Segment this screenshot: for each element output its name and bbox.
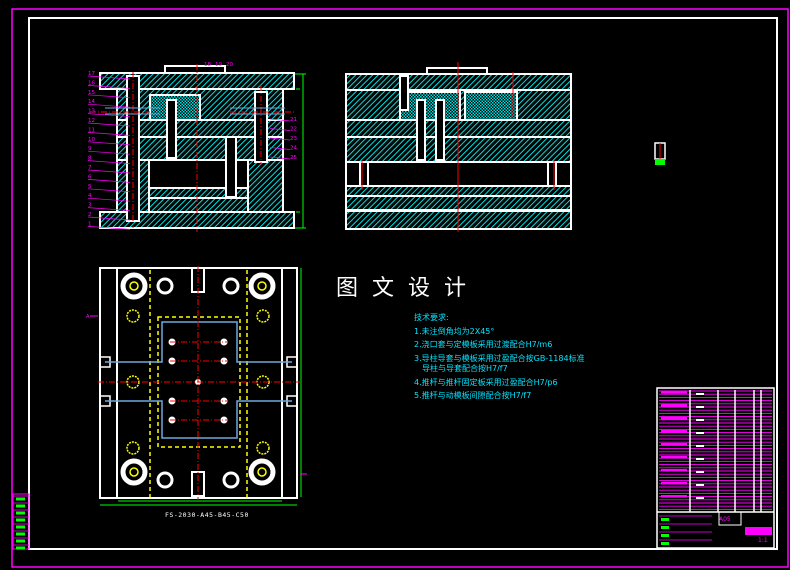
return-pin-hole xyxy=(222,471,240,489)
guide-pillar-core xyxy=(257,281,267,291)
guide-pillar-core xyxy=(129,281,139,291)
part-number-label: 23 xyxy=(290,136,297,142)
legend-cell xyxy=(16,511,25,515)
legend-cell xyxy=(16,539,25,543)
title-block-text xyxy=(696,419,704,421)
title-block-text xyxy=(661,469,687,472)
part-number-label: 21 xyxy=(290,117,297,123)
guide-pillar-core xyxy=(129,467,139,477)
title-block xyxy=(656,387,775,549)
guide-pillar-hole xyxy=(120,458,148,486)
guide-pillar-hole xyxy=(248,458,276,486)
title-block-text xyxy=(661,542,669,545)
title-block-name: A05 xyxy=(719,516,731,523)
return-pin-hole xyxy=(156,277,174,295)
part-number-label: 20 xyxy=(226,62,233,68)
return-pin-hole xyxy=(156,471,174,489)
part-number-label: 24 xyxy=(290,146,297,152)
part-number-label: 19 xyxy=(215,62,222,68)
part-number-label: 25 xyxy=(290,155,297,161)
title-block-text xyxy=(696,471,704,473)
model-code: FS-2030-A45-B45-C50 xyxy=(165,511,249,519)
part-number-label: 22 xyxy=(290,127,297,133)
title-block-text xyxy=(661,443,687,446)
tech-req-heading: 技术要求: xyxy=(414,313,449,322)
screw-hole xyxy=(126,309,140,323)
legend-cell xyxy=(16,518,25,522)
title-block-text xyxy=(661,404,687,407)
title-block-text xyxy=(661,456,687,459)
title-block-text xyxy=(661,534,669,537)
title-block-text xyxy=(696,393,704,395)
title-block-text xyxy=(661,526,669,529)
screw-hole xyxy=(126,441,140,455)
title-block-text xyxy=(696,458,704,460)
legend-cell xyxy=(16,497,25,501)
tech-req-item: 4.推杆与推杆固定板采用过盈配合H7/p6 xyxy=(414,377,558,387)
title-block-text xyxy=(661,430,687,433)
guide-pillar-hole xyxy=(120,272,148,300)
title-block-text xyxy=(661,391,687,394)
screw-hole xyxy=(256,441,270,455)
technical-requirements: 技术要求: 1.未注倒角均为2X45° 2.浇口套与定模板采用过渡配合H7/m6… xyxy=(414,311,585,403)
part-number-label: 18 xyxy=(204,62,211,68)
revision-legend xyxy=(12,493,30,550)
legend-cell xyxy=(16,525,25,529)
screw-hole xyxy=(256,309,270,323)
tech-req-item: 2.浇口套与定模板采用过渡配合H7/m6 xyxy=(414,340,553,349)
legend-cell xyxy=(16,532,25,536)
legend-cell xyxy=(16,504,25,508)
title-block-text xyxy=(661,495,687,498)
return-pin-hole xyxy=(222,277,240,295)
title-block-text xyxy=(661,518,669,521)
tech-req-item: 1.未注倒角均为2X45° xyxy=(414,326,495,336)
section-mark-label: A xyxy=(86,314,90,320)
guide-pillar-core xyxy=(257,467,267,477)
drawing-title: 图文设计 xyxy=(336,276,481,301)
legend-cell xyxy=(16,546,25,550)
title-block-text xyxy=(696,484,704,486)
tech-req-item: 5.推杆与动模板间隙配合按H7/f7 xyxy=(414,391,532,400)
title-block-text xyxy=(696,445,704,447)
title-block-text xyxy=(696,432,704,434)
detail-part xyxy=(654,142,666,165)
title-block-text xyxy=(696,406,704,408)
title-block-text xyxy=(661,417,687,420)
title-block-text xyxy=(696,497,704,499)
title-block-scale: 1:1 xyxy=(758,537,768,544)
guide-pillar-hole xyxy=(248,272,276,300)
title-block-text xyxy=(661,482,687,485)
